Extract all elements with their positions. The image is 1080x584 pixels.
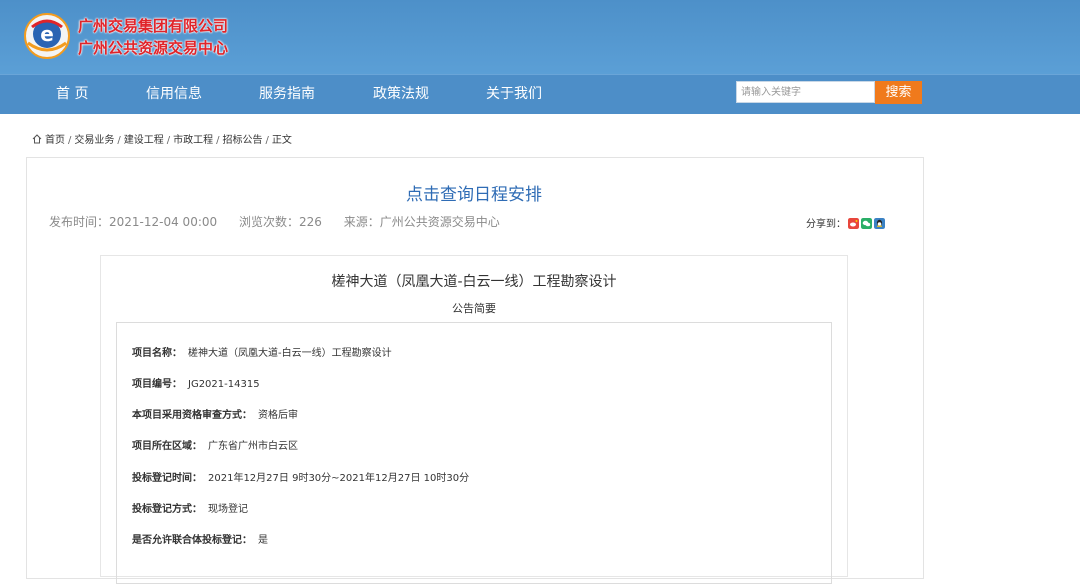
field-value: 槎神大道（凤凰大道-白云一线）工程勘察设计	[188, 348, 392, 359]
brand-line-1: 广州交易集团有限公司	[78, 17, 229, 35]
view-count: 浏览次数：226	[238, 215, 322, 229]
field-value: 2021年12月27日 9时30分~2021年12月27日 10时30分	[208, 473, 470, 484]
field-label: 本项目采用资格审查方式：	[132, 410, 252, 421]
field-registration-time: 投标登记时间： 2021年12月27日 9时30分~2021年12月27日 10时…	[132, 469, 469, 484]
field-label: 投标登记方式：	[132, 504, 202, 515]
field-label: 项目所在区域：	[132, 441, 202, 452]
field-value: 广东省广州市白云区	[208, 441, 298, 452]
field-label: 项目名称：	[132, 348, 182, 359]
nav-item-service-guide[interactable]: 服务指南	[259, 75, 315, 114]
field-value: 资格后审	[258, 410, 298, 421]
nav-item-home[interactable]: 首 页	[56, 75, 88, 114]
share-bar: 分享到：	[806, 215, 885, 230]
field-value: 是	[258, 535, 268, 546]
weibo-share-icon[interactable]	[848, 218, 859, 229]
field-project-region: 项目所在区域： 广东省广州市白云区	[132, 437, 298, 452]
svg-text:e: e	[40, 22, 54, 46]
nav-item-policy[interactable]: 政策法规	[373, 75, 429, 114]
field-review-method: 本项目采用资格审查方式： 资格后审	[132, 406, 298, 421]
publish-time: 发布时间：2021-12-04 00:00	[49, 215, 218, 229]
page-title[interactable]: 点击查询日程安排	[0, 180, 948, 205]
notice-subtitle: 公告简要	[452, 302, 496, 315]
breadcrumb: 首页 / 交易业务 / 建设工程 / 市政工程 / 招标公告 / 正文	[32, 131, 292, 146]
qq-share-icon[interactable]	[874, 218, 885, 229]
search-input[interactable]: 请输入关键字	[736, 81, 875, 103]
brand-line-2: 广州公共资源交易中心	[78, 39, 229, 57]
wechat-share-icon[interactable]	[861, 218, 872, 229]
field-value: JG2021-14315	[188, 379, 260, 390]
search-button[interactable]: 搜索	[875, 81, 922, 104]
breadcrumb-trading[interactable]: 交易业务	[74, 135, 114, 146]
breadcrumb-separator: /	[68, 135, 72, 146]
field-registration-method: 投标登记方式： 现场登记	[132, 500, 248, 515]
breadcrumb-municipal[interactable]: 市政工程	[173, 135, 213, 146]
share-label: 分享到：	[806, 219, 846, 230]
site-header: e 广州交易集团有限公司 广州公共资源交易中心	[0, 0, 1080, 74]
logo-icon[interactable]: e	[24, 13, 70, 59]
field-value: 现场登记	[208, 504, 248, 515]
breadcrumb-separator: /	[117, 135, 121, 146]
breadcrumb-home[interactable]: 首页	[45, 135, 65, 146]
field-label: 投标登记时间：	[132, 473, 202, 484]
field-consortium-allowed: 是否允许联合体投标登记： 是	[132, 531, 268, 546]
field-project-name: 项目名称： 槎神大道（凤凰大道-白云一线）工程勘察设计	[132, 344, 392, 359]
field-label: 项目编号：	[132, 379, 182, 390]
breadcrumb-separator: /	[216, 135, 220, 146]
article-source: 来源：广州公共资源交易中心	[343, 215, 500, 229]
field-project-number: 项目编号： JG2021-14315	[132, 375, 260, 390]
nav-item-credit[interactable]: 信用信息	[146, 75, 202, 114]
brand-name[interactable]: 广州交易集团有限公司 广州公共资源交易中心	[78, 15, 228, 59]
field-label: 是否允许联合体投标登记：	[132, 535, 252, 546]
breadcrumb-separator: /	[265, 135, 269, 146]
breadcrumb-current: 正文	[271, 135, 292, 146]
breadcrumb-bid-notice[interactable]: 招标公告	[223, 135, 263, 146]
breadcrumb-construction[interactable]: 建设工程	[124, 135, 164, 146]
nav-item-about[interactable]: 关于我们	[486, 75, 542, 114]
breadcrumb-separator: /	[166, 135, 171, 146]
article-meta: 发布时间：2021-12-04 00:00 浏览次数：226 来源：广州公共资源…	[49, 213, 518, 230]
home-icon	[32, 134, 42, 144]
notice-title: 槎神大道（凤凰大道-白云一线）工程勘察设计	[331, 274, 617, 290]
